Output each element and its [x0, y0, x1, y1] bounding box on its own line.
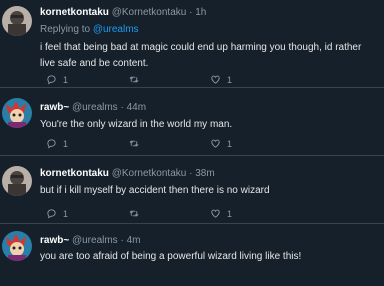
avatar[interactable] [2, 231, 32, 261]
reply-icon [47, 209, 56, 219]
display-name[interactable]: rawb~ [40, 102, 69, 113]
like-button[interactable]: 1 [210, 74, 232, 85]
user-handle[interactable]: @urealms [72, 235, 118, 246]
avatar-image-kornetkontaku [2, 6, 32, 36]
tweet-feed: kornetkontaku @Kornetkontaku · 1h Replyi… [0, 0, 384, 286]
like-button[interactable]: 1 [210, 208, 232, 219]
tweet[interactable]: rawb~ @urealms · 4m you are too afraid o… [0, 224, 384, 286]
avatar-image-kornetkontaku [2, 166, 32, 196]
replying-prefix: Replying to [40, 24, 93, 35]
retweet-icon [129, 140, 139, 147]
user-handle[interactable]: @Kornetkontaku [112, 168, 187, 179]
reply-icon [47, 75, 56, 85]
replying-to-link[interactable]: @urealms [93, 24, 139, 35]
reply-count: 1 [63, 208, 69, 219]
tweet-actions: 1 1 [46, 208, 232, 219]
tweet-text: you are too afraid of being a powerful w… [40, 251, 302, 262]
timestamp[interactable]: 38m [195, 168, 214, 179]
reply-button[interactable]: 1 [46, 74, 128, 85]
tweet-header: rawb~ @urealms · 44m [40, 102, 146, 113]
tweet-header: kornetkontaku @Kornetkontaku · 1h [40, 7, 206, 18]
avatar-image-rawb [2, 98, 32, 128]
like-button[interactable]: 1 [210, 138, 232, 149]
avatar[interactable] [2, 98, 32, 128]
separator-dot: · [189, 168, 193, 179]
timestamp[interactable]: 4m [127, 235, 141, 246]
retweet-icon [129, 210, 139, 217]
retweet-button[interactable] [128, 74, 210, 85]
reply-count: 1 [63, 74, 69, 85]
separator-dot: · [189, 7, 193, 18]
avatar[interactable] [2, 166, 32, 196]
tweet-actions: 1 1 [46, 138, 232, 149]
tweet-text: You're the only wizard in the world my m… [40, 119, 233, 130]
display-name[interactable]: rawb~ [40, 235, 69, 246]
like-count: 1 [227, 208, 233, 219]
display-name[interactable]: kornetkontaku [40, 7, 109, 18]
user-handle[interactable]: @urealms [72, 102, 118, 113]
like-count: 1 [227, 74, 233, 85]
retweet-button[interactable] [128, 208, 210, 219]
tweet-actions: 1 1 [46, 74, 232, 85]
display-name[interactable]: kornetkontaku [40, 168, 109, 179]
tweet-text: i feel that being bad at magic could end… [40, 42, 362, 69]
like-count: 1 [227, 138, 233, 149]
timestamp[interactable]: 44m [127, 102, 146, 113]
tweet[interactable]: kornetkontaku @Kornetkontaku · 38m but i… [0, 156, 384, 224]
retweet-icon [129, 76, 139, 83]
separator-dot: · [120, 235, 124, 246]
reply-icon [47, 139, 56, 149]
avatar-image-rawb [2, 231, 32, 261]
tweet[interactable]: kornetkontaku @Kornetkontaku · 1h Replyi… [0, 0, 384, 88]
tweet-header: rawb~ @urealms · 4m [40, 235, 141, 246]
avatar[interactable] [2, 6, 32, 36]
reply-button[interactable]: 1 [46, 138, 128, 149]
user-handle[interactable]: @Kornetkontaku [112, 7, 187, 18]
heart-icon [211, 75, 220, 84]
reply-button[interactable]: 1 [46, 208, 128, 219]
tweet[interactable]: rawb~ @urealms · 44m You're the only wiz… [0, 88, 384, 156]
timestamp[interactable]: 1h [195, 7, 206, 18]
replying-to: Replying to @urealms [40, 24, 139, 35]
separator-dot: · [120, 102, 124, 113]
tweet-text: but if i kill myself by accident then th… [40, 185, 270, 196]
heart-icon [211, 139, 220, 148]
reply-count: 1 [63, 138, 69, 149]
heart-icon [211, 209, 220, 218]
tweet-header: kornetkontaku @Kornetkontaku · 38m [40, 168, 215, 179]
retweet-button[interactable] [128, 138, 210, 149]
